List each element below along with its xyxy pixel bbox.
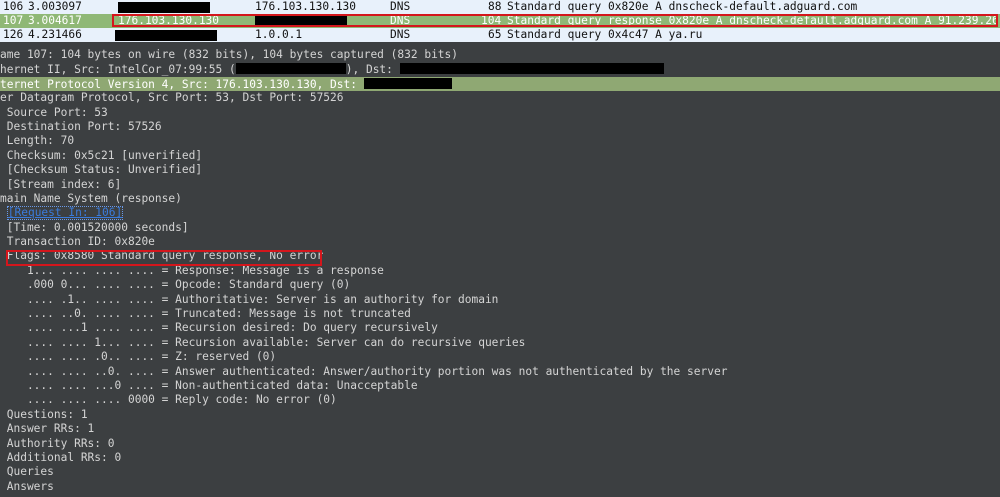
dns-label: main Name System (response): [0, 191, 182, 205]
flag-bit[interactable]: .... .... 1... .... = Recursion availabl…: [0, 336, 1000, 350]
udp-field[interactable]: Destination Port: 57526: [0, 120, 1000, 134]
ethernet-label: hernet II, Src: IntelCor_07:99:55 (: [0, 63, 236, 77]
dns-field[interactable]: [Time: 0.001520000 seconds]: [0, 221, 1000, 235]
frame-label: ame 107: 104 bytes on wire (832 bits), 1…: [0, 48, 459, 61]
flag-bit[interactable]: .... .1.. .... .... = Authoritative: Ser…: [0, 293, 1000, 307]
udp-field[interactable]: Source Port: 53: [0, 106, 1000, 120]
request-in-link[interactable]: [Request In: 106]: [6, 206, 124, 221]
flag-bit[interactable]: .... .... .... 0000 = Reply code: No err…: [0, 393, 1000, 407]
dns-request-in-row: [Request In: 106]: [0, 206, 1000, 221]
tree-ethernet[interactable]: hernet II, Src: IntelCor_07:99:55 ( ), Ds…: [0, 62, 1000, 76]
dns-count[interactable]: Additional RRs: 0: [0, 451, 1000, 465]
packet-destination: 1.0.0.1: [255, 28, 303, 41]
packet-protocol: DNS: [390, 28, 411, 41]
flags-highlight-box: [6, 250, 322, 266]
flag-bit[interactable]: .000 0... .... .... = Opcode: Standard q…: [0, 278, 1000, 292]
udp-field[interactable]: Checksum: 0x5c21 [unverified]: [0, 149, 1000, 163]
redacted-dst-mac: [399, 63, 664, 75]
packet-no: 126: [3, 28, 24, 41]
packet-no: 107: [3, 14, 24, 27]
flag-bit[interactable]: .... .... ...0 .... = Non-authenticated …: [0, 379, 1000, 393]
packet-length: 65: [488, 28, 502, 41]
udp-field[interactable]: [Checksum Status: Unverified]: [0, 163, 1000, 177]
packet-time: 3.003097: [28, 0, 82, 13]
packet-row-106[interactable]: 106 3.003097 176.103.130.130 DNS 88 Stan…: [0, 0, 1000, 14]
dns-count[interactable]: Answer RRs: 1: [0, 422, 1000, 436]
packet-protocol: DNS: [390, 0, 411, 13]
packet-info: Standard query 0x820e A dnscheck-default…: [507, 0, 858, 13]
dns-answers[interactable]: Answers: [0, 480, 1000, 494]
tree-udp[interactable]: er Datagram Protocol, Src Port: 53, Dst …: [0, 91, 1000, 105]
flag-bit[interactable]: .... .... .0.. .... = Z: reserved (0): [0, 350, 1000, 364]
packet-no: 106: [3, 0, 24, 13]
packet-list: 106 3.003097 176.103.130.130 DNS 88 Stan…: [0, 0, 1000, 42]
tree-ipv4[interactable]: ternet Protocol Version 4, Src: 176.103.…: [0, 76, 1000, 92]
packet-details: ame 107: 104 bytes on wire (832 bits), 1…: [0, 48, 1000, 494]
dns-count[interactable]: Authority RRs: 0: [0, 437, 1000, 451]
tree-dns[interactable]: main Name System (response): [0, 192, 1000, 206]
packet-info: Standard query 0x4c47 A ya.ru: [507, 28, 703, 41]
udp-field[interactable]: Length: 70: [0, 134, 1000, 148]
packet-time: 3.004617: [28, 14, 82, 27]
flag-bit[interactable]: .... ...1 .... .... = Recursion desired:…: [0, 321, 1000, 335]
packet-destination: 176.103.130.130: [255, 0, 357, 13]
packet-length: 88: [488, 0, 502, 13]
dns-queries[interactable]: Queries: [0, 465, 1000, 479]
ip-label: ternet Protocol Version 4, Src: 176.103.…: [0, 77, 364, 91]
redacted-source: [118, 2, 210, 13]
packet-row-126[interactable]: 126 4.231466 1.0.0.1 DNS 65 Standard que…: [0, 28, 1000, 42]
ethernet-dst-label: ), Dst:: [345, 63, 400, 77]
udp-label: er Datagram Protocol, Src Port: 53, Dst …: [0, 91, 344, 105]
flag-bit[interactable]: 1... .... .... .... = Response: Message …: [0, 264, 1000, 278]
dns-count[interactable]: Questions: 1: [0, 408, 1000, 422]
redacted-dst-ip: [363, 77, 452, 89]
packet-time: 4.231466: [28, 28, 82, 41]
redacted-source: [115, 30, 217, 41]
dns-field[interactable]: Transaction ID: 0x820e: [0, 235, 1000, 249]
udp-field[interactable]: [Stream index: 6]: [0, 178, 1000, 192]
flag-bit[interactable]: .... ..0. .... .... = Truncated: Message…: [0, 307, 1000, 321]
tree-frame[interactable]: ame 107: 104 bytes on wire (832 bits), 1…: [0, 48, 1000, 62]
flag-bit[interactable]: .... .... ..0. .... = Answer authenticat…: [0, 365, 1000, 379]
redacted-src-mac: [235, 63, 346, 75]
selected-row-highlight: [112, 14, 998, 27]
